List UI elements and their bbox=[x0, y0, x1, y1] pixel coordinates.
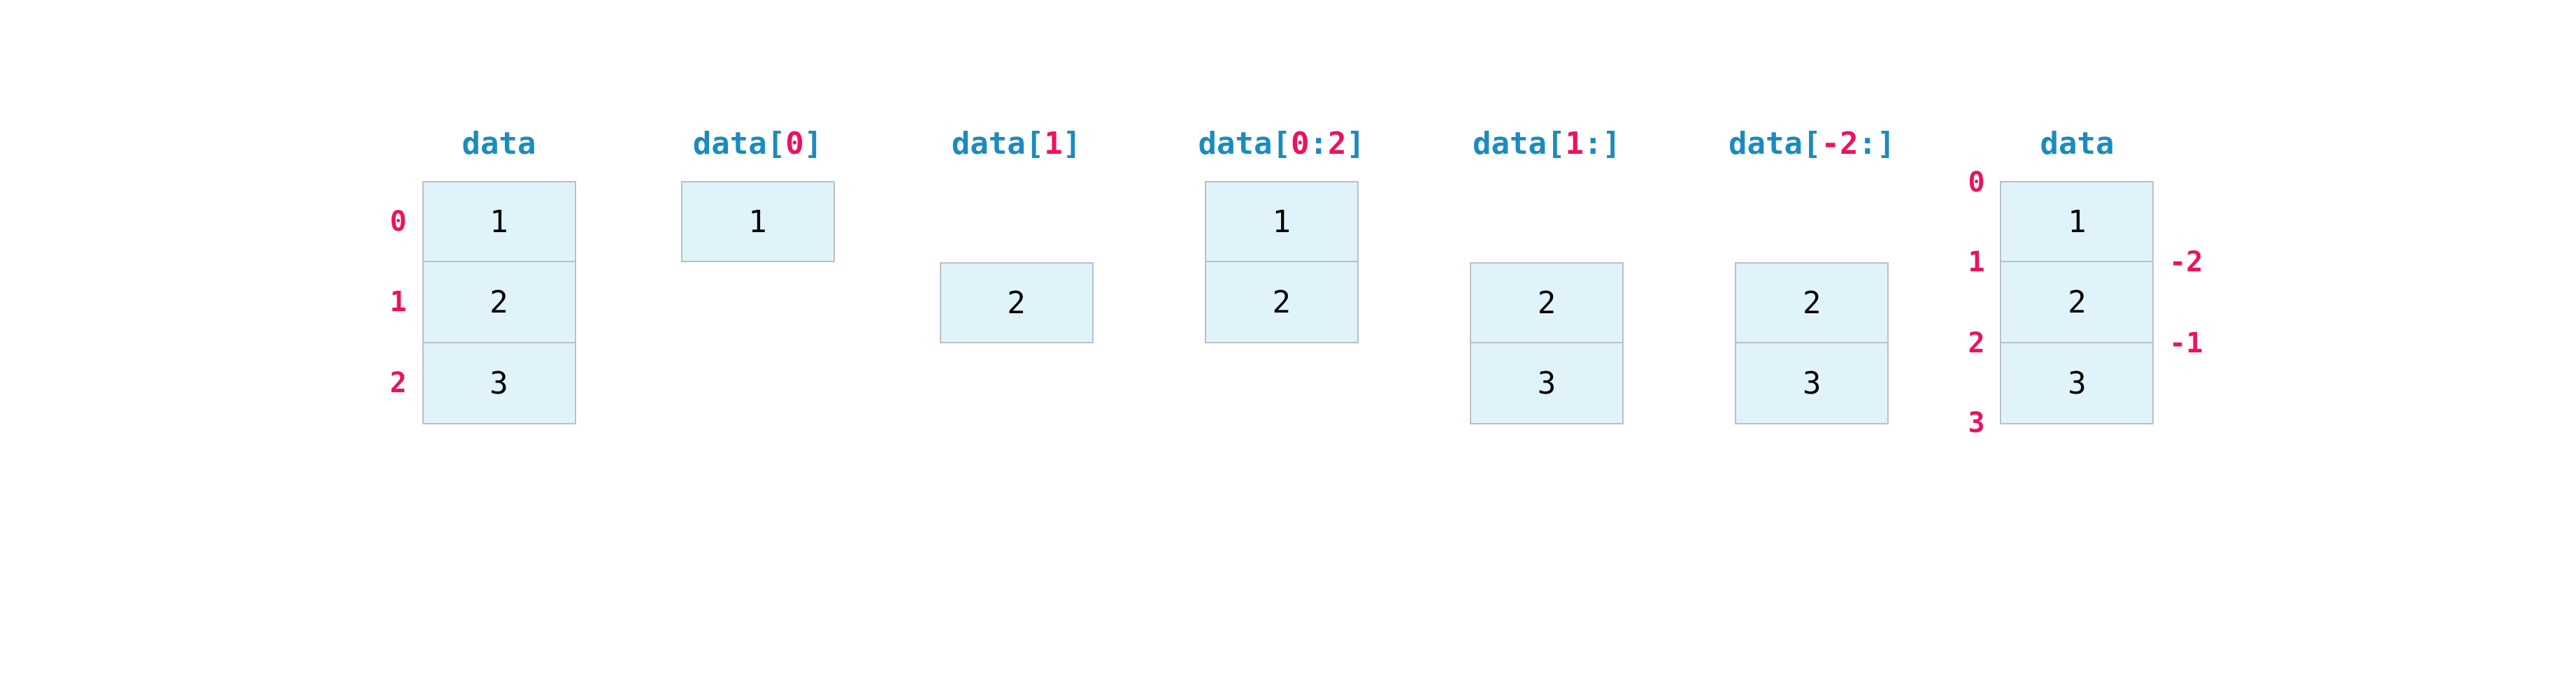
panel: data102132 bbox=[422, 126, 576, 424]
cell-value: 1 bbox=[2001, 182, 2152, 261]
diagram-row: data102132data[0]1data[1]2data[0:2]12dat… bbox=[422, 126, 2154, 424]
panel-title: data[-2:] bbox=[1729, 126, 1895, 162]
cell: 2 bbox=[1470, 262, 1624, 343]
cell: 2 bbox=[940, 262, 1094, 343]
empty-slot bbox=[681, 343, 835, 424]
empty-slot bbox=[1470, 181, 1624, 262]
cell: 21 bbox=[422, 262, 576, 343]
panel-title: data[0] bbox=[693, 126, 822, 162]
index-label-left: 0 bbox=[390, 206, 407, 238]
cell-stack: 1 bbox=[681, 181, 835, 424]
cell: 32-13 bbox=[2000, 343, 2154, 424]
panel: data 1021-232-13 bbox=[2000, 126, 2154, 424]
panel-title: data bbox=[2040, 126, 2114, 162]
cell: 3 bbox=[1735, 343, 1889, 424]
tick-label-left: 0 bbox=[1968, 166, 1984, 199]
panel-title: data[0:2] bbox=[1198, 126, 1365, 162]
empty-slot bbox=[940, 343, 1094, 424]
cell-stack: 1021-232-13 bbox=[2000, 181, 2154, 424]
tick-label-left-bottom: 3 bbox=[1968, 407, 1984, 439]
cell-value: 2 bbox=[1206, 262, 1357, 342]
cell-stack: 12 bbox=[1205, 181, 1359, 424]
cell: 2 bbox=[1205, 262, 1359, 343]
cell-stack: 2 bbox=[940, 181, 1094, 424]
cell-value: 3 bbox=[424, 343, 575, 423]
tick-label-left: 1 bbox=[1968, 246, 1984, 278]
cell: 10 bbox=[2000, 181, 2154, 262]
cell-stack: 23 bbox=[1735, 181, 1889, 424]
tick-label-right: -2 bbox=[2169, 246, 2203, 278]
cell-value: 2 bbox=[2001, 262, 2152, 342]
cell-value: 2 bbox=[941, 264, 1092, 342]
cell-value: 3 bbox=[1736, 343, 1887, 423]
cell: 1 bbox=[681, 181, 835, 262]
panel: data[1] 2 bbox=[940, 126, 1094, 424]
panel-title: data bbox=[462, 126, 536, 162]
cell-stack: 23 bbox=[1470, 181, 1624, 424]
panel-title: data[1] bbox=[952, 126, 1081, 162]
cell: 2 bbox=[1735, 262, 1889, 343]
cell-stack: 102132 bbox=[422, 181, 576, 424]
cell: 1 bbox=[1205, 181, 1359, 262]
cell-value: 1 bbox=[682, 182, 833, 261]
cell-value: 1 bbox=[1206, 182, 1357, 261]
cell: 21-2 bbox=[2000, 262, 2154, 343]
tick-label-right: -1 bbox=[2169, 327, 2203, 359]
empty-slot bbox=[681, 262, 835, 343]
cell-value: 2 bbox=[1736, 264, 1887, 342]
cell: 32 bbox=[422, 343, 576, 424]
panel: data[0:2] 12 bbox=[1198, 126, 1365, 424]
cell-value: 1 bbox=[424, 182, 575, 261]
panel: data[1:] 23 bbox=[1470, 126, 1624, 424]
empty-slot bbox=[940, 181, 1094, 262]
cell: 10 bbox=[422, 181, 576, 262]
tick-label-left: 2 bbox=[1968, 327, 1984, 359]
cell-value: 3 bbox=[1471, 343, 1622, 423]
index-label-left: 1 bbox=[390, 286, 407, 318]
cell: 3 bbox=[1470, 343, 1624, 424]
empty-slot bbox=[1735, 181, 1889, 262]
empty-slot bbox=[1205, 343, 1359, 424]
panel: data[-2:] 23 bbox=[1729, 126, 1895, 424]
panel: data[0] 1 bbox=[681, 126, 835, 424]
index-label-left: 2 bbox=[390, 367, 407, 399]
panel-title: data[1:] bbox=[1473, 126, 1621, 162]
cell-value: 2 bbox=[424, 262, 575, 342]
cell-value: 2 bbox=[1471, 264, 1622, 342]
cell-value: 3 bbox=[2001, 343, 2152, 423]
